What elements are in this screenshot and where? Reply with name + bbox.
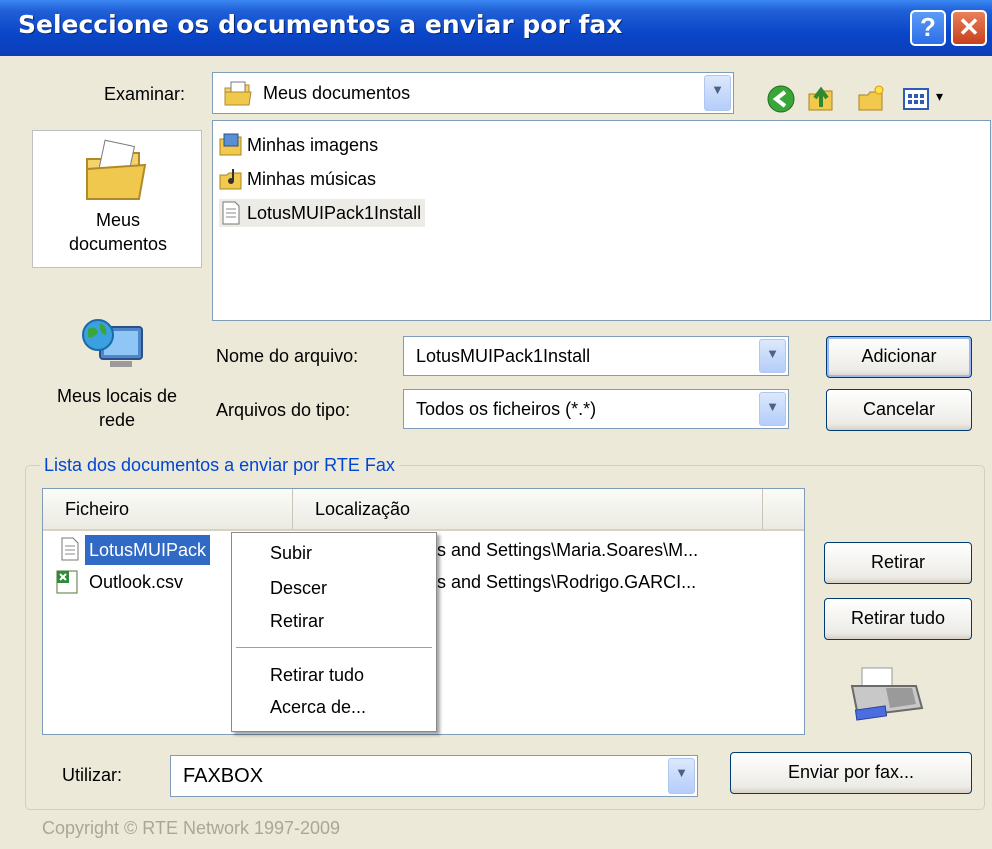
cancel-button[interactable]: Cancelar [826, 389, 972, 431]
menu-item-about[interactable]: Acerca de... [270, 697, 366, 718]
row-location: s and Settings\Rodrigo.GARCI... [437, 572, 697, 592]
menu-item-move-down[interactable]: Descer [270, 578, 327, 599]
column-header-file[interactable]: Ficheiro [43, 489, 293, 529]
send-fax-button-label: Enviar por fax... [787, 762, 915, 782]
view-menu-icon [903, 88, 929, 110]
send-fax-button[interactable]: Enviar por fax... [730, 752, 972, 794]
music-folder-icon [219, 169, 242, 190]
fax-document-dialog: Seleccione os documentos a enviar por fa… [0, 0, 992, 849]
file-name: Minhas imagens [247, 134, 379, 155]
remove-button-label: Retirar [870, 552, 925, 572]
file-name: LotusMUIPack1Install [247, 202, 422, 223]
menu-item-move-up[interactable]: Subir [270, 543, 312, 564]
help-icon: ? [920, 12, 936, 42]
place-label-line1: Meus [95, 210, 140, 230]
my-documents-icon [86, 139, 147, 200]
place-label-line2: rede [98, 410, 136, 430]
chevron-down-icon: ▼ [675, 765, 688, 780]
menu-item-remove-all[interactable]: Retirar tudo [270, 665, 364, 686]
add-button-label: Adicionar [861, 346, 937, 366]
fax-list-legend: Lista dos documentos a enviar por RTE Fa… [40, 455, 399, 476]
chevron-down-icon: ▼ [766, 346, 779, 361]
filetype-value: Todos os ficheiros (*.*) [416, 398, 597, 419]
filename-input[interactable]: LotusMUIPack1Install ▼ [403, 336, 789, 376]
place-label-line2: documentos [68, 234, 168, 254]
use-dropdown-button[interactable]: ▼ [668, 758, 695, 794]
pictures-folder-icon [219, 133, 242, 156]
add-button[interactable]: Adicionar [826, 336, 972, 378]
list-header: Ficheiro Localização [43, 489, 804, 531]
remove-button[interactable]: Retirar [824, 542, 972, 584]
place-network[interactable]: Meus locais de rede [32, 305, 202, 435]
file-browser-list[interactable]: Minhas imagens Minhas músicas LotusMUIPa… [212, 120, 991, 321]
text-file-icon [61, 537, 79, 561]
lookin-value: Meus documentos [263, 82, 411, 103]
column-header-location[interactable]: Localização [293, 489, 763, 529]
text-file-icon [222, 201, 240, 225]
filetype-label: Arquivos do tipo: [216, 400, 351, 420]
lookin-dropdown-button[interactable]: ▼ [704, 75, 731, 111]
remove-all-button-label: Retirar tudo [850, 608, 946, 628]
cancel-button-label: Cancelar [862, 399, 936, 419]
filename-dropdown-button[interactable]: ▼ [759, 339, 786, 373]
use-select[interactable]: FAXBOX ▼ [170, 755, 698, 797]
my-documents-icon [224, 81, 252, 106]
dialog-title: Seleccione os documentos a enviar por fa… [18, 10, 623, 39]
new-folder-icon[interactable] [856, 84, 886, 114]
file-item[interactable]: Minhas imagens [219, 131, 378, 159]
up-folder-icon[interactable] [806, 84, 836, 114]
place-my-documents[interactable]: Meus documentos [32, 130, 202, 268]
help-button[interactable]: ? [910, 10, 946, 46]
filename-value[interactable]: LotusMUIPack1Install [416, 337, 590, 375]
back-icon[interactable] [766, 84, 796, 114]
row-file-name: Outlook.csv [89, 572, 184, 592]
view-menu-button[interactable]: ▾ [902, 86, 952, 114]
filetype-dropdown-button[interactable]: ▼ [759, 392, 786, 426]
lookin-combo[interactable]: Meus documentos ▼ [212, 72, 734, 114]
filetype-select[interactable]: Todos os ficheiros (*.*) ▼ [403, 389, 789, 429]
file-item[interactable]: Minhas músicas [219, 165, 376, 193]
close-button[interactable]: ✕ [951, 10, 987, 46]
filename-label: Nome do arquivo: [216, 346, 359, 366]
use-label: Utilizar: [62, 765, 123, 785]
remove-all-button[interactable]: Retirar tudo [824, 598, 972, 640]
chevron-down-icon: ▼ [711, 82, 724, 97]
chevron-down-icon: ▼ [766, 399, 779, 414]
use-value: FAXBOX [183, 764, 264, 787]
title-bar[interactable]: Seleccione os documentos a enviar por fa… [0, 0, 992, 56]
copyright-text: Copyright © RTE Network 1997-2009 [42, 818, 341, 838]
menu-item-remove[interactable]: Retirar [270, 611, 324, 632]
file-item-selected[interactable]: LotusMUIPack1Install [219, 199, 426, 227]
place-label-line1: Meus locais de [56, 386, 178, 406]
close-icon: ✕ [958, 12, 980, 42]
context-menu: Subir Descer Retirar Retirar tudo Acerca… [231, 532, 437, 732]
row-location: s and Settings\Maria.Soares\M... [437, 540, 699, 560]
fax-machine-icon [850, 667, 924, 721]
lookin-label: Examinar: [104, 84, 186, 104]
menu-separator [236, 647, 432, 648]
spreadsheet-file-icon [56, 570, 78, 594]
file-name: Minhas músicas [247, 168, 377, 189]
chevron-down-icon: ▾ [936, 88, 944, 104]
row-file-name: LotusMUIPack [85, 535, 211, 565]
network-places-icon [82, 319, 143, 367]
